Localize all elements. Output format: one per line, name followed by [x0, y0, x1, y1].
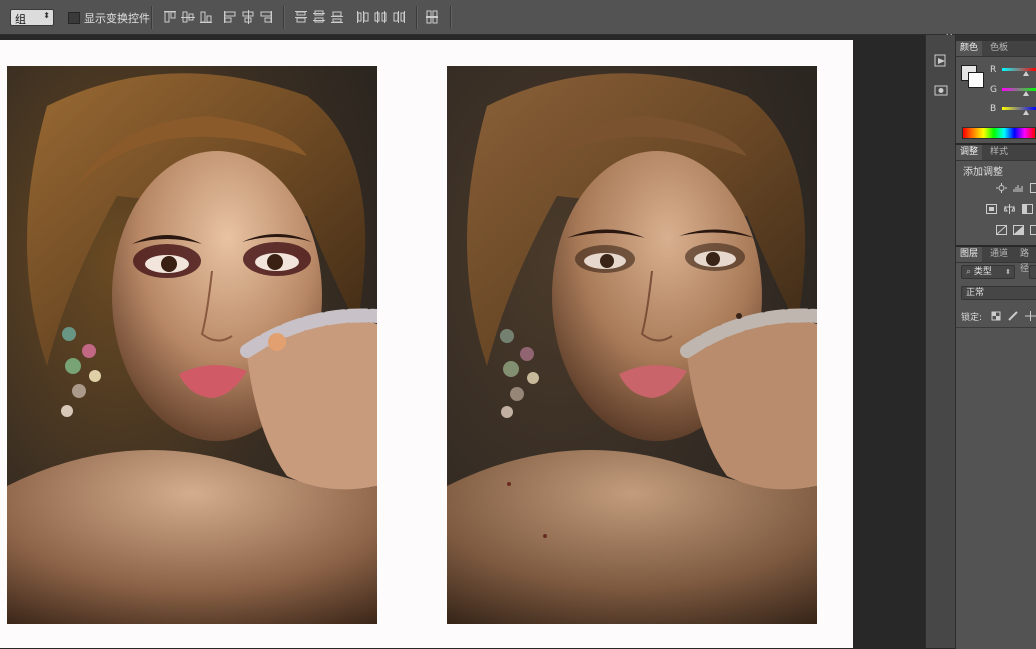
- black-white-icon[interactable]: [1022, 204, 1033, 214]
- slider-r[interactable]: [1002, 68, 1036, 71]
- color-panel: 颜色 色板 R G B: [956, 41, 1036, 143]
- tab-adjustments[interactable]: 调整: [956, 145, 982, 160]
- separator: [450, 6, 452, 29]
- photo-before: [7, 66, 377, 624]
- layers-panel-tabs: 图层 通道 路径: [956, 247, 1036, 263]
- history-icon[interactable]: [933, 53, 950, 68]
- filter-type-icon[interactable]: [1029, 265, 1036, 279]
- curves-icon[interactable]: [1030, 183, 1036, 193]
- brightness-icon[interactable]: [996, 183, 1007, 193]
- distribute-left-icon[interactable]: [355, 9, 371, 25]
- blend-mode-dropdown[interactable]: 正常: [961, 286, 1036, 300]
- separator: [416, 6, 418, 29]
- options-bar: 组 ⬍ 显示变换控件: [0, 0, 1036, 35]
- show-transform-label: 显示变换控件: [84, 10, 150, 26]
- slider-thumb[interactable]: [1023, 91, 1029, 96]
- tab-layers[interactable]: 图层: [956, 247, 982, 262]
- selective-color-icon[interactable]: [1013, 225, 1024, 235]
- align-horizontal-centers-icon[interactable]: [240, 9, 256, 25]
- slider-thumb[interactable]: [1023, 71, 1029, 76]
- separator: [283, 6, 285, 29]
- lock-transparent-icon[interactable]: [991, 311, 1002, 321]
- threshold-icon[interactable]: [1030, 225, 1036, 235]
- tab-swatches[interactable]: 色板: [986, 41, 1012, 56]
- layer-filter-value: 类型: [974, 267, 992, 277]
- distribute-bottom-icon[interactable]: [329, 9, 345, 25]
- color-spectrum-bar[interactable]: [962, 127, 1036, 139]
- dropdown-arrow-icon: ⬍: [1005, 266, 1011, 278]
- show-transform-checkbox[interactable]: [68, 12, 80, 24]
- distribute-right-icon[interactable]: [391, 9, 407, 25]
- lock-brush-icon[interactable]: [1008, 311, 1019, 321]
- distribute-hcenter-icon[interactable]: [373, 9, 389, 25]
- align-top-edges-icon[interactable]: [162, 9, 178, 25]
- panel-icon-strip: [925, 35, 956, 648]
- slider-b[interactable]: [1002, 107, 1036, 110]
- layers-panel: 图层 通道 路径 ⌕ 类型 ⬍ 正常 锁定:: [956, 247, 1036, 648]
- align-right-edges-icon[interactable]: [258, 9, 274, 25]
- align-left-edges-icon[interactable]: [222, 9, 238, 25]
- layer-filter-dropdown[interactable]: ⌕ 类型 ⬍: [961, 265, 1015, 279]
- color-panel-tabs: 颜色 色板: [956, 41, 1036, 57]
- align-bottom-edges-icon[interactable]: [198, 9, 214, 25]
- adjustments-panel-tabs: 调整 样式: [956, 145, 1036, 161]
- align-vertical-centers-icon[interactable]: [180, 9, 196, 25]
- add-adjustment-label: 添加调整: [963, 163, 1003, 178]
- levels-icon[interactable]: [1013, 183, 1024, 193]
- separator: [151, 6, 153, 29]
- auto-select-value: 组: [15, 11, 26, 27]
- adjustments-panel: 调整 样式 添加调整: [956, 145, 1036, 245]
- tab-color[interactable]: 颜色: [956, 41, 982, 56]
- color-balance-icon[interactable]: [1004, 204, 1015, 214]
- gradient-map-icon[interactable]: [996, 225, 1007, 235]
- lock-label: 锁定:: [961, 310, 982, 323]
- blend-mode-value: 正常: [966, 288, 984, 298]
- lock-move-icon[interactable]: [1025, 311, 1036, 321]
- auto-align-icon[interactable]: [424, 9, 440, 25]
- dropdown-arrow-icon: ⬍: [43, 11, 50, 20]
- distribute-vcenter-icon[interactable]: [311, 9, 327, 25]
- slider-thumb[interactable]: [1023, 110, 1029, 115]
- 3d-icon[interactable]: [933, 83, 950, 98]
- tab-paths[interactable]: 路径: [1016, 247, 1036, 262]
- label-r: R: [990, 65, 996, 75]
- distribute-top-icon[interactable]: [293, 9, 309, 25]
- auto-select-dropdown[interactable]: 组 ⬍: [10, 9, 54, 26]
- slider-g[interactable]: [1002, 88, 1036, 91]
- label-b: B: [990, 104, 996, 114]
- vibrance-icon[interactable]: [986, 204, 997, 214]
- search-icon: ⌕: [966, 267, 974, 277]
- layers-list[interactable]: [956, 327, 1036, 649]
- label-g: G: [990, 85, 997, 95]
- photo-after: [447, 66, 817, 624]
- tab-channels[interactable]: 通道: [986, 247, 1012, 262]
- background-color-swatch[interactable]: [968, 72, 984, 88]
- tab-styles[interactable]: 样式: [986, 145, 1012, 160]
